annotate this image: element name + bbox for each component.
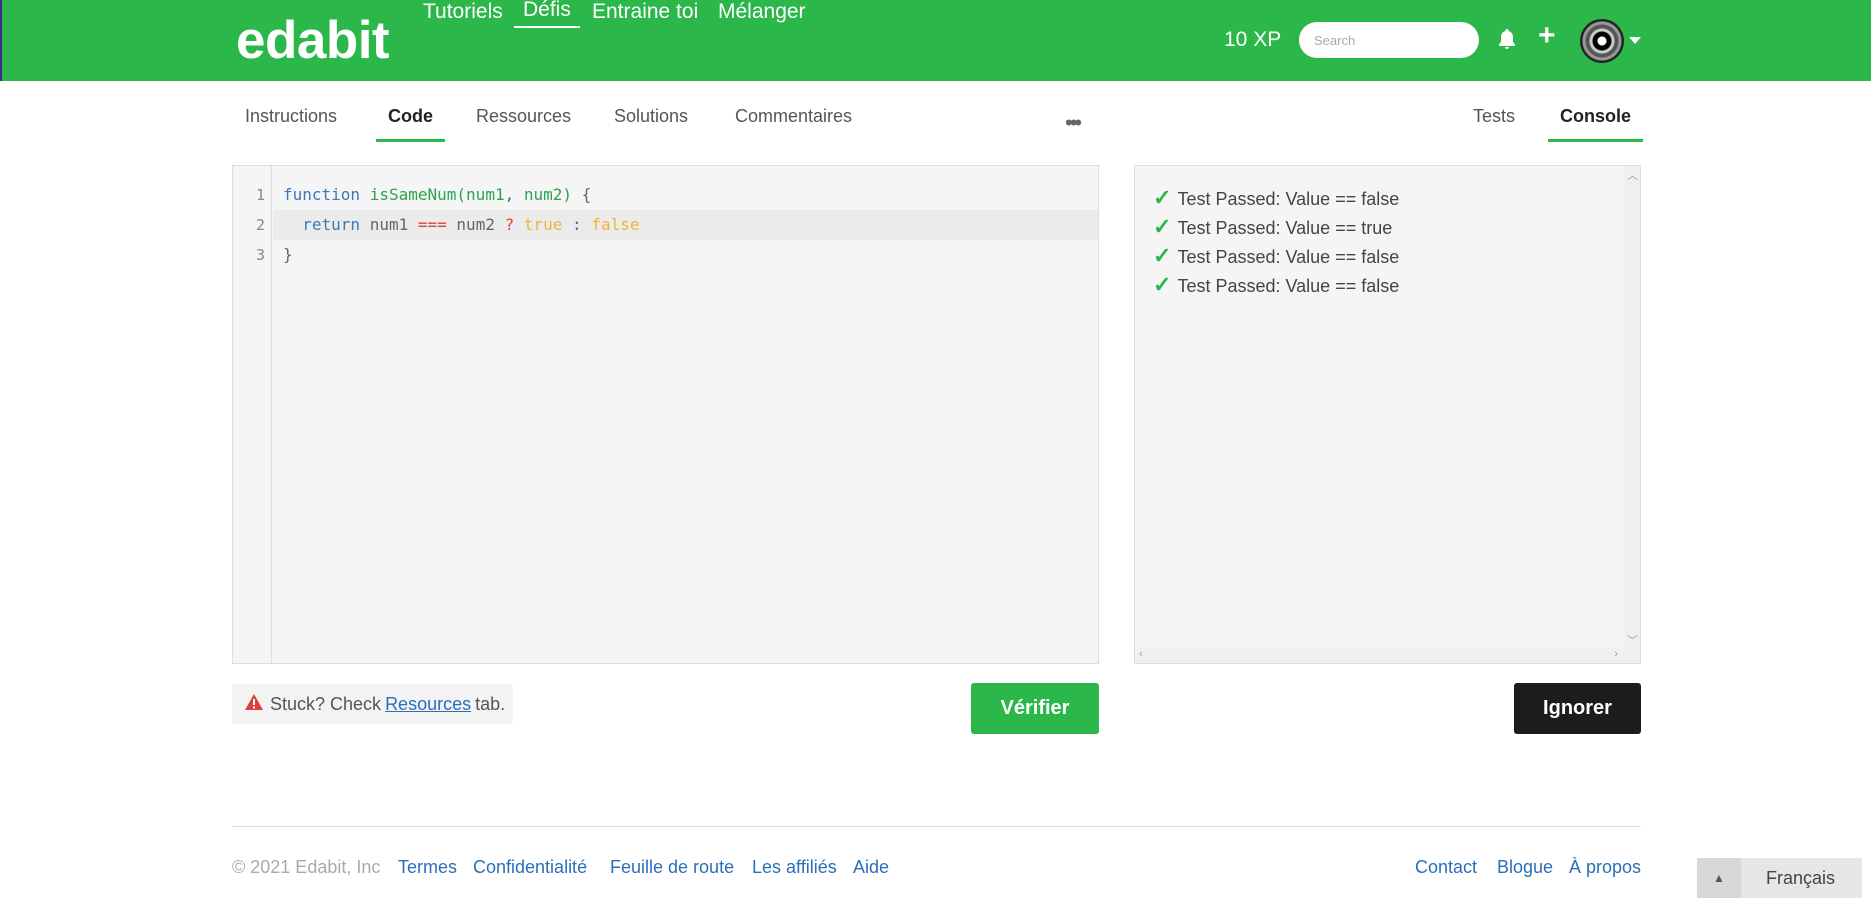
tab-code[interactable]: Code bbox=[376, 106, 445, 142]
top-navbar: edabit Tutoriels Défis Entraine toi Méla… bbox=[0, 0, 1871, 81]
search-input[interactable] bbox=[1299, 22, 1479, 58]
footer-link-contact[interactable]: Contact bbox=[1415, 857, 1477, 878]
scroll-up-icon[interactable]: ︿ bbox=[1627, 167, 1638, 183]
stuck-prefix: Stuck? Check bbox=[270, 693, 382, 714]
test-result-text: Test Passed: Value == false bbox=[1177, 247, 1400, 267]
xp-counter: 10 XP bbox=[1224, 28, 1282, 51]
footer-link-affilies[interactable]: Les affiliés bbox=[752, 857, 837, 878]
ignore-button[interactable]: Ignorer bbox=[1514, 683, 1641, 734]
nav-tutoriels[interactable]: Tutoriels bbox=[423, 0, 503, 24]
code-line[interactable]: } bbox=[273, 240, 1098, 270]
test-result: ✓ Test Passed: Value == false bbox=[1153, 243, 1399, 269]
tab-tests[interactable]: Tests bbox=[1473, 106, 1515, 139]
tab-commentaires[interactable]: Commentaires bbox=[735, 106, 852, 139]
caret-up-icon[interactable]: ▲ bbox=[1697, 858, 1741, 898]
tab-instructions[interactable]: Instructions bbox=[245, 106, 337, 139]
footer-link-blogue[interactable]: Blogue bbox=[1497, 857, 1553, 878]
code-line[interactable]: function isSameNum(num1, num2) { bbox=[273, 180, 1098, 210]
footer-link-a-propos[interactable]: À propos bbox=[1569, 857, 1641, 878]
line-gutter: 1 2 3 bbox=[233, 166, 272, 663]
footer-link-confidentialite[interactable]: Confidentialité bbox=[473, 857, 587, 878]
line-number: 1 bbox=[255, 186, 265, 204]
more-options-icon[interactable]: ••• bbox=[1065, 110, 1082, 136]
test-result-text: Test Passed: Value == false bbox=[1177, 276, 1400, 296]
stuck-suffix: tab. bbox=[475, 693, 506, 714]
console-output[interactable]: ✓ Test Passed: Value == false ✓ Test Pas… bbox=[1134, 165, 1641, 664]
tab-ressources[interactable]: Ressources bbox=[476, 106, 571, 139]
vertical-scrollbar[interactable]: ︿ ﹀ bbox=[1624, 166, 1640, 649]
footer-link-aide[interactable]: Aide bbox=[853, 857, 889, 878]
nav-defis[interactable]: Défis bbox=[514, 0, 580, 28]
language-label: Français bbox=[1766, 867, 1836, 888]
check-icon: ✓ bbox=[1153, 185, 1172, 210]
language-selector[interactable]: ▲ Français bbox=[1697, 858, 1862, 898]
caret-down-icon[interactable] bbox=[1629, 37, 1641, 44]
scroll-right-icon[interactable]: › bbox=[1614, 648, 1618, 660]
footer-link-termes[interactable]: Termes bbox=[398, 857, 457, 878]
warning-icon bbox=[244, 693, 264, 716]
scroll-down-icon[interactable]: ﹀ bbox=[1627, 632, 1638, 648]
test-result-text: Test Passed: Value == false bbox=[1177, 189, 1400, 209]
footer-link-feuille-de-route[interactable]: Feuille de route bbox=[610, 857, 734, 878]
plus-icon[interactable]: + bbox=[1538, 21, 1556, 51]
resources-link[interactable]: Resources bbox=[385, 694, 471, 715]
copyright: © 2021 Edabit, Inc bbox=[232, 857, 381, 877]
test-result-text: Test Passed: Value == true bbox=[1177, 218, 1393, 238]
footer-divider bbox=[232, 826, 1641, 827]
edabit-logo[interactable]: edabit bbox=[236, 10, 390, 71]
avatar[interactable] bbox=[1580, 19, 1624, 63]
nav-entraine-toi[interactable]: Entraine toi bbox=[592, 0, 698, 24]
tab-solutions[interactable]: Solutions bbox=[614, 106, 688, 139]
nav-melanger[interactable]: Mélanger bbox=[718, 0, 806, 24]
line-number: 3 bbox=[255, 246, 265, 264]
line-number: 2 bbox=[255, 216, 265, 234]
scroll-left-icon[interactable]: ‹ bbox=[1139, 648, 1143, 660]
tab-console[interactable]: Console bbox=[1548, 106, 1644, 142]
code-editor[interactable]: 1 2 3 function isSameNum(num1, num2) { r… bbox=[232, 165, 1099, 664]
stuck-hint: Stuck? Check Resources tab. bbox=[232, 684, 513, 724]
check-icon: ✓ bbox=[1153, 243, 1172, 268]
check-icon: ✓ bbox=[1153, 214, 1172, 239]
test-result: ✓ Test Passed: Value == true bbox=[1153, 214, 1392, 240]
code-line-active[interactable]: return num1 === num2 ? true : false bbox=[273, 210, 1098, 240]
verify-button[interactable]: Vérifier bbox=[971, 683, 1099, 734]
test-result: ✓ Test Passed: Value == false bbox=[1153, 272, 1399, 298]
bell-icon[interactable] bbox=[1498, 28, 1516, 55]
test-result: ✓ Test Passed: Value == false bbox=[1153, 185, 1399, 211]
horizontal-scrollbar[interactable]: ‹ › bbox=[1135, 647, 1640, 663]
check-icon: ✓ bbox=[1153, 272, 1172, 297]
